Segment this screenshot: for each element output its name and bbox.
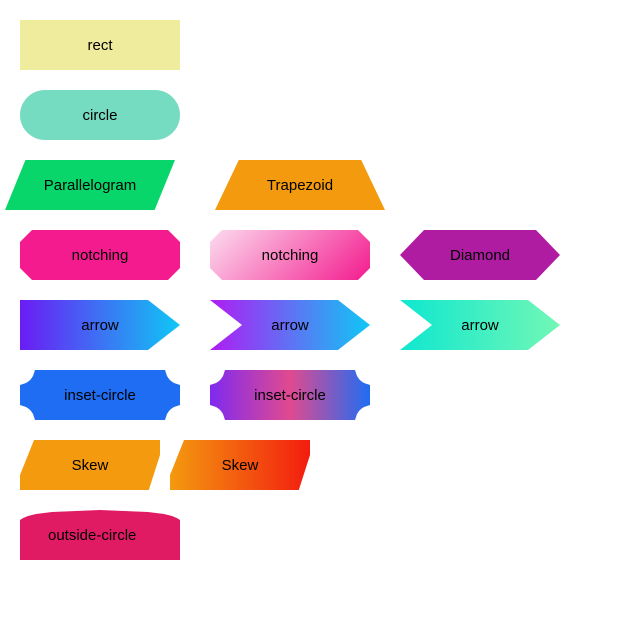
shape-notching: notching <box>20 230 180 280</box>
shape-label: inset-circle <box>254 387 326 404</box>
shape-diamond: Diamond <box>400 230 560 280</box>
shape-label: Diamond <box>450 247 510 264</box>
shape-outside-circle: outside-circle <box>20 510 180 560</box>
shape-skew: Skew <box>20 440 160 490</box>
shape-trapezoid: Trapezoid <box>215 160 385 210</box>
shape-label: outside-circle <box>48 527 136 544</box>
shape-label: Trapezoid <box>267 177 333 194</box>
shape-circle: circle <box>20 90 180 140</box>
shape-label: Skew <box>72 457 109 474</box>
shape-label: arrow <box>271 317 309 334</box>
shape-arrow: arrow <box>20 300 180 350</box>
shape-label: rect <box>87 37 112 54</box>
shape-inset-circle: inset-circle <box>20 370 180 420</box>
shape-rect: rect <box>20 20 180 70</box>
shape-arrow: arrow <box>400 300 560 350</box>
shape-skew: Skew <box>170 440 310 490</box>
shape-arrow: arrow <box>210 300 370 350</box>
shape-label: arrow <box>461 317 499 334</box>
shape-label: Skew <box>222 457 259 474</box>
shape-notching: notching <box>210 230 370 280</box>
shape-parallelogram: Parallelogram <box>5 160 175 210</box>
shape-label: notching <box>262 247 319 264</box>
shape-label: Parallelogram <box>44 177 137 194</box>
shape-label: circle <box>82 107 117 124</box>
shape-label: inset-circle <box>64 387 136 404</box>
shape-label: notching <box>72 247 129 264</box>
shape-label: arrow <box>81 317 119 334</box>
shape-inset-circle: inset-circle <box>210 370 370 420</box>
